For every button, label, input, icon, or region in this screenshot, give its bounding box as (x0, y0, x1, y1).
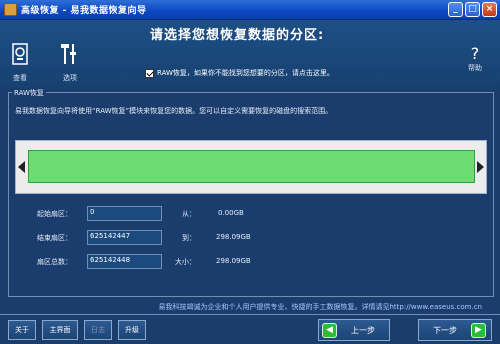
size-value: 298.09GB (216, 257, 251, 265)
page-title: 请选择您想恢复数据的分区: (150, 28, 325, 43)
range-start-handle[interactable] (18, 161, 25, 173)
selected-range-fill (28, 150, 475, 183)
start-sector-row: 起始扇区： 0 (37, 206, 162, 221)
previous-label: 上一步 (351, 325, 375, 335)
window-title: 高级恢复 - 易我数据恢复向导 (21, 6, 147, 16)
next-label: 下一步 (433, 325, 457, 335)
help-label: 帮助 (468, 64, 482, 72)
raw-recovery-checkbox[interactable] (145, 68, 154, 78)
total-sectors-row: 扇区总数： 625142448 (37, 254, 162, 269)
previous-button[interactable]: ◀ 上一步 (318, 319, 390, 341)
group-title: RAW恢复 (12, 88, 46, 98)
help-button[interactable]: ? 帮助 (468, 45, 482, 73)
maximize-button[interactable]: □ (465, 2, 480, 17)
to-value: 298.09GB (216, 233, 251, 241)
options-tool-label: 选项 (63, 74, 77, 82)
home-button[interactable]: 主界面 (42, 320, 78, 340)
to-label: 到： (182, 234, 196, 242)
options-icon (61, 44, 76, 64)
app-icon (4, 3, 17, 16)
start-sector-input[interactable]: 0 (87, 206, 162, 221)
size-label: 大小： (175, 258, 196, 266)
from-value: 0.00GB (218, 209, 244, 217)
back-arrow-icon: ◀ (322, 322, 337, 338)
raw-recovery-group: RAW恢复 易我数据恢复向导将使用“RAW恢复”模块来恢复您的数据。您可以自定义… (8, 88, 494, 297)
group-description: 易我数据恢复向导将使用“RAW恢复”模块来恢复您的数据。您可以自定义需要恢复的磁… (15, 107, 333, 115)
view-icon (12, 43, 28, 65)
close-button[interactable]: × (482, 2, 497, 17)
upgrade-button[interactable]: 升级 (118, 320, 146, 340)
minimize-button[interactable]: _ (448, 2, 463, 17)
raw-recovery-label: RAW恢复，如果你不能找到您想要的分区，请点击这里。 (157, 69, 334, 77)
next-button[interactable]: 下一步 ▶ (418, 319, 492, 341)
end-sector-label: 结束扇区： (37, 233, 72, 242)
range-end-handle[interactable] (477, 161, 484, 173)
end-sector-input[interactable]: 625142447 (87, 230, 162, 245)
start-sector-label: 起始扇区： (37, 209, 72, 218)
window-controls: _ □ × (448, 2, 497, 17)
from-label: 从： (182, 210, 196, 218)
header: 查看 选项 请选择您想恢复数据的分区: RAW恢复，如果你不能找到您想要的分区，… (0, 20, 500, 90)
end-sector-row: 结束扇区： 625142447 (37, 230, 162, 245)
raw-recovery-option[interactable]: RAW恢复，如果你不能找到您想要的分区，请点击这里。 (145, 68, 334, 78)
help-icon: ? (470, 44, 480, 63)
view-tool-button[interactable]: 查看 (4, 42, 36, 83)
total-sectors-value: 625142448 (87, 254, 162, 269)
about-button[interactable]: 关于 (8, 320, 36, 340)
title-bar: 高级恢复 - 易我数据恢复向导 _ □ × (0, 0, 500, 20)
promo-text[interactable]: 易我科技竭诚为企业和个人用户提供专业、快捷的手工数据恢复。详情请见http://… (0, 302, 500, 313)
forward-arrow-icon: ▶ (471, 322, 486, 338)
footer: 关于 主界面 日志 升级 ◀ 上一步 下一步 ▶ (0, 314, 500, 344)
total-sectors-label: 扇区总数： (37, 257, 72, 266)
sector-range-bar[interactable] (15, 140, 487, 194)
log-button[interactable]: 日志 (84, 320, 112, 340)
view-tool-label: 查看 (13, 74, 27, 82)
options-tool-button[interactable]: 选项 (54, 42, 86, 83)
